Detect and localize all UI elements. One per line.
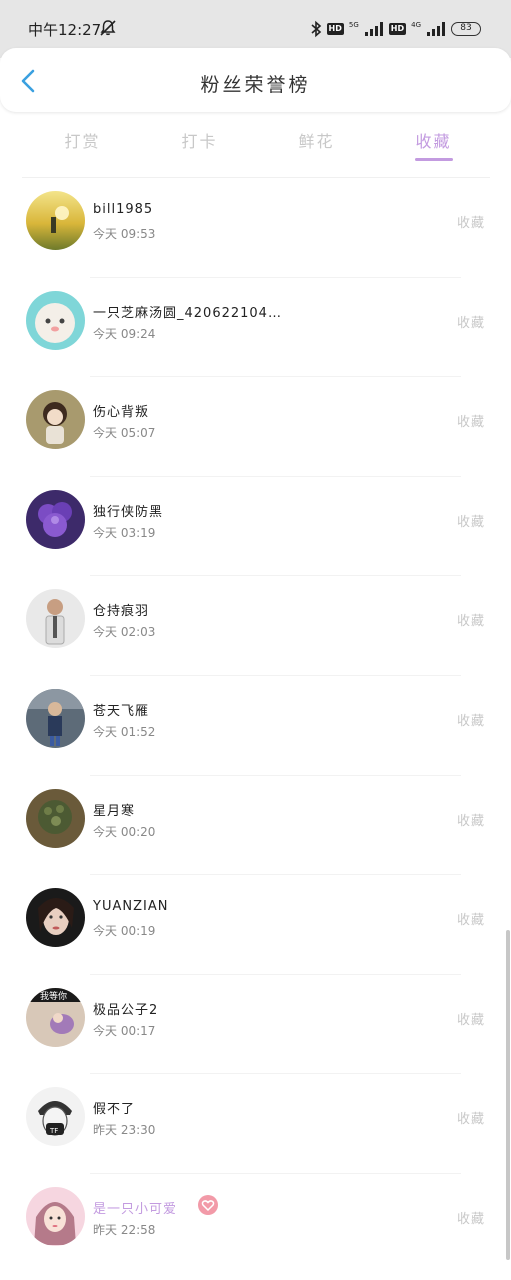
avatar: TF — [26, 1087, 85, 1147]
list-item[interactable]: 一只芝麻汤圆_420622104… 今天 09:24 收藏 — [0, 278, 511, 378]
fan-action-label: 收藏 — [456, 813, 485, 829]
network-5g-label: 5G — [348, 21, 359, 29]
status-icons: HD 5G HD 4G 83 — [310, 19, 481, 39]
fan-time: 今天 09:53 — [93, 227, 156, 241]
tab-favorites[interactable]: 收藏 — [375, 118, 492, 174]
tab-flowers[interactable]: 鲜花 — [258, 118, 375, 174]
list-item[interactable]: 是一只小可爱 昨天 22:58 收藏 — [0, 1174, 511, 1274]
fan-name: 极品公子2 — [93, 1002, 159, 1018]
fan-time: 今天 02:03 — [93, 625, 156, 640]
fan-name: 独行侠防黑 — [93, 504, 164, 520]
tab-label: 收藏 — [415, 132, 452, 151]
avatar — [26, 1186, 85, 1246]
fan-name: 伤心背叛 — [93, 405, 150, 421]
tab-label: 鲜花 — [298, 132, 335, 151]
network-4g-label: 4G — [411, 21, 421, 29]
signal-icon — [364, 22, 383, 36]
avatar — [26, 888, 85, 948]
avatar — [26, 390, 85, 450]
fan-time: 昨天 22:58 — [93, 1222, 156, 1237]
list-item[interactable]: 星月寒 今天 00:20 收藏 — [0, 776, 511, 876]
page-header: 粉丝荣誉榜 — [0, 48, 511, 112]
list-item[interactable]: 独行侠防黑 今天 03:19 收藏 — [0, 477, 511, 577]
fan-time: 今天 01:52 — [93, 724, 156, 739]
fan-action-label: 收藏 — [456, 1112, 485, 1128]
signal-icon-2 — [427, 22, 445, 36]
fan-time: 今天 00:19 — [93, 924, 156, 939]
list-item[interactable]: 仓持痕羽 今天 02:03 收藏 — [0, 576, 511, 676]
fan-action-label: 收藏 — [456, 1012, 485, 1028]
fan-action-label: 收藏 — [456, 1211, 485, 1227]
avatar — [26, 788, 85, 848]
avatar — [26, 688, 85, 748]
avatar — [26, 191, 85, 250]
tab-bar: 打赏 打卡 鲜花 收藏 — [24, 118, 492, 174]
tab-checkin[interactable]: 打卡 — [141, 118, 258, 174]
bell-off-icon — [100, 20, 116, 36]
avatar — [26, 290, 85, 350]
list-item[interactable]: 伤心背叛 今天 05:07 收藏 — [0, 377, 511, 477]
tab-label: 打赏 — [64, 132, 101, 151]
fan-name: bill1985 — [93, 202, 154, 217]
fan-name: 一只芝麻汤圆_420622104… — [93, 305, 282, 321]
list-item[interactable]: 苍天飞雁 今天 01:52 收藏 — [0, 676, 511, 776]
list-item[interactable]: YUANZIAN 今天 00:19 收藏 — [0, 875, 511, 975]
fan-name: 苍天飞雁 — [93, 703, 150, 719]
fan-action-label: 收藏 — [456, 415, 485, 431]
tab-underline — [414, 158, 453, 161]
svg-text:TF: TF — [49, 1127, 58, 1135]
bluetooth-icon — [311, 20, 321, 38]
fan-time: 今天 09:24 — [93, 326, 156, 341]
fan-time: 今天 00:20 — [93, 824, 156, 839]
tab-label: 打卡 — [181, 132, 218, 151]
avatar — [26, 589, 85, 649]
hd-badge-1: HD — [326, 23, 344, 35]
fan-time: 昨天 23:30 — [93, 1123, 156, 1138]
fan-action-label: 收藏 — [456, 713, 485, 729]
scrollbar[interactable] — [506, 930, 510, 1260]
fan-time: 今天 03:19 — [93, 525, 156, 540]
page-title: 粉丝荣誉榜 — [200, 74, 311, 96]
fan-name: 假不了 — [93, 1102, 136, 1118]
fan-action-label: 收藏 — [456, 913, 485, 929]
list-item[interactable]: TF 假不了 昨天 23:30 收藏 — [0, 1074, 511, 1174]
tab-reward[interactable]: 打赏 — [24, 118, 141, 174]
avatar — [26, 489, 85, 549]
fan-action-label: 收藏 — [456, 614, 485, 630]
fan-name: 星月寒 — [93, 803, 136, 819]
battery-icon: 83 — [451, 22, 481, 36]
fan-action-label: 收藏 — [456, 315, 485, 331]
fan-list: bill1985 今天 09:53 收藏 一只芝麻汤圆_420622104… 今… — [0, 178, 511, 1274]
status-time: 中午12:27 — [28, 21, 102, 39]
fan-name: 是一只小可爱 — [93, 1201, 178, 1217]
fan-action-label: 收藏 — [456, 514, 485, 530]
fan-time: 今天 00:17 — [93, 1023, 156, 1038]
list-item[interactable]: bill1985 今天 09:53 收藏 — [0, 178, 511, 278]
fan-time: 今天 05:07 — [93, 426, 156, 441]
heart-badge-icon — [198, 1194, 218, 1215]
hd-badge-2: HD — [388, 23, 407, 35]
svg-text:我等你: 我等你 — [40, 990, 67, 1002]
avatar: 我等你 — [26, 987, 85, 1047]
fan-name: 仓持痕羽 — [93, 604, 150, 620]
fan-action-label: 收藏 — [456, 216, 485, 231]
list-item[interactable]: 我等你 极品公子2 今天 00:17 收藏 — [0, 975, 511, 1075]
fan-name: YUANZIAN — [93, 899, 169, 915]
